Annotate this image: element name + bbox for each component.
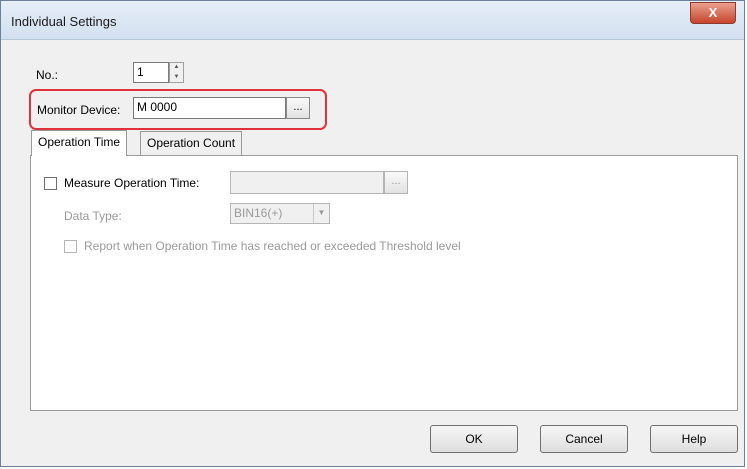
highlight-box <box>29 89 327 130</box>
no-input[interactable]: 1 <box>133 62 169 83</box>
data-type-select: BIN16(+) ▼ <box>230 203 330 224</box>
no-label: No.: <box>36 68 59 82</box>
chevron-down-icon: ▼ <box>313 204 329 223</box>
close-icon: X <box>708 5 718 20</box>
help-button[interactable]: Help <box>650 425 738 453</box>
report-threshold-label: Report when Operation Time has reached o… <box>84 239 461 253</box>
cancel-button[interactable]: Cancel <box>540 425 628 453</box>
data-type-value: BIN16(+) <box>234 206 283 220</box>
no-spinner[interactable]: ▲ ▼ <box>169 62 184 83</box>
measure-browse-button: ... <box>384 171 408 194</box>
measure-operation-time-checkbox[interactable] <box>44 177 57 190</box>
spinner-up-icon[interactable]: ▲ <box>170 63 183 73</box>
ok-button[interactable]: OK <box>430 425 518 453</box>
measure-operation-time-input <box>230 171 384 194</box>
report-threshold-checkbox <box>64 240 77 253</box>
tab-operation-count[interactable]: Operation Count <box>140 131 243 155</box>
measure-operation-time-label: Measure Operation Time: <box>64 176 200 190</box>
title-bar: Individual Settings X <box>1 1 744 40</box>
spinner-down-icon[interactable]: ▼ <box>170 73 183 83</box>
close-button[interactable]: X <box>690 2 736 24</box>
data-type-label: Data Type: <box>64 209 122 223</box>
tab-operation-time[interactable]: Operation Time <box>31 130 128 156</box>
dialog-title: Individual Settings <box>11 14 117 29</box>
